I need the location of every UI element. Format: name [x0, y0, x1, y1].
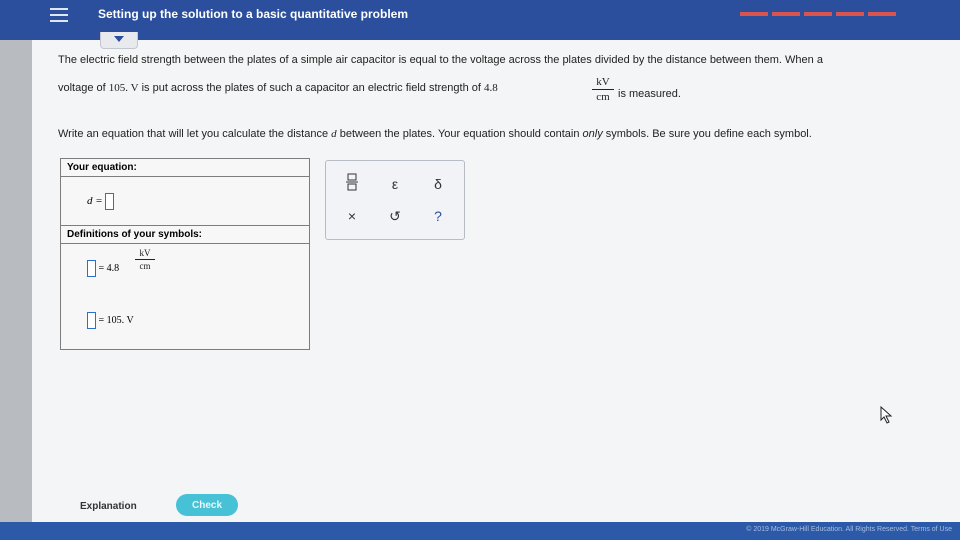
help-icon[interactable]: ?: [426, 205, 450, 227]
problem-measured: is measured.: [618, 88, 681, 100]
instruction-text: Write an equation that will let you calc…: [58, 128, 329, 140]
equation-header: Your equation:: [61, 159, 309, 177]
symbol-input-1[interactable]: [87, 260, 96, 277]
symbol-palette: ε δ × ↺ ?: [325, 160, 465, 240]
voltage-value: 105. V: [108, 82, 139, 94]
definition-value-1: = 4.8: [98, 262, 120, 274]
problem-text: voltage of: [58, 82, 106, 94]
answer-box: Your equation: d = Definitions of your s…: [60, 158, 310, 350]
equation-lhs: d =: [87, 195, 103, 208]
clear-icon[interactable]: ×: [340, 205, 364, 227]
bottom-bar: © 2019 McGraw-Hill Education. All Rights…: [0, 522, 960, 540]
unit-fraction: kV cm: [592, 76, 614, 103]
definition-row-1: = 4.8 kV cm: [61, 244, 309, 304]
distance-variable: d: [331, 128, 337, 140]
problem-line-1: The electric field strength between the …: [58, 54, 823, 66]
page-title: Setting up the solution to a basic quant…: [98, 7, 409, 21]
instruction-text: symbols. Be sure you define each symbol.: [605, 128, 812, 140]
undo-icon[interactable]: ↺: [383, 205, 407, 227]
instruction-emphasis: only: [582, 128, 603, 140]
collapse-button[interactable]: [100, 32, 138, 49]
instruction-text: between the plates. Your equation should…: [339, 128, 580, 140]
explanation-button[interactable]: Explanation: [80, 501, 137, 512]
top-bar: Setting up the solution to a basic quant…: [0, 0, 960, 40]
fraction-icon[interactable]: [340, 173, 364, 195]
copyright-text: © 2019 McGraw-Hill Education. All Rights…: [746, 526, 952, 533]
delta-icon[interactable]: δ: [426, 173, 450, 195]
unit-numerator: kV: [139, 248, 151, 258]
menu-icon[interactable]: [50, 8, 68, 22]
equation-input[interactable]: [105, 193, 115, 210]
definition-row-2: = 105. V: [61, 304, 309, 344]
equation-row: d =: [61, 177, 309, 226]
progress-indicator: [740, 12, 896, 16]
check-button[interactable]: Check: [176, 494, 238, 516]
definition-unit-1: kV cm: [135, 248, 155, 271]
chevron-down-icon: [114, 36, 124, 42]
unit-denominator: cm: [596, 91, 610, 103]
symbol-input-2[interactable]: [87, 312, 96, 329]
mouse-cursor-icon: [880, 406, 893, 424]
left-strip: [0, 40, 32, 540]
epsilon-icon[interactable]: ε: [383, 173, 407, 195]
unit-denominator: cm: [139, 261, 151, 271]
instruction: Write an equation that will let you calc…: [58, 128, 812, 140]
definitions-header: Definitions of your symbols:: [61, 226, 309, 244]
field-value: 4.8: [484, 82, 498, 94]
problem-line-2: voltage of 105. V is put across the plat…: [58, 82, 498, 94]
unit-numerator: kV: [596, 76, 610, 88]
definition-value-2: = 105. V: [98, 314, 134, 326]
problem-text: is put across the plates of such a capac…: [141, 82, 481, 94]
